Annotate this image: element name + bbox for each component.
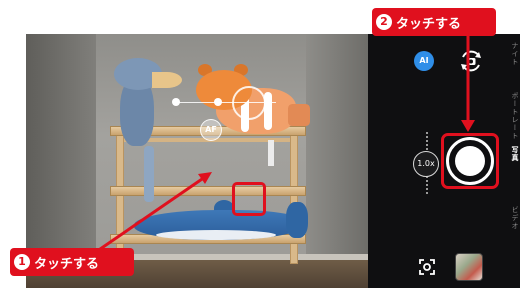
callout-step-1: 1 タッチする bbox=[10, 248, 134, 276]
shelf-board-middle bbox=[110, 186, 306, 196]
mode-night[interactable]: ナイト bbox=[503, 42, 520, 66]
mode-portrait[interactable]: ポートレート bbox=[503, 92, 520, 140]
tap-target-highlight bbox=[232, 182, 266, 216]
toy-shark-belly bbox=[156, 230, 276, 240]
focus-circle bbox=[232, 86, 266, 120]
shutter-highlight bbox=[441, 133, 499, 189]
callout-step-2: 2 タッチする bbox=[372, 8, 496, 36]
toy-bird-legs bbox=[144, 146, 154, 202]
mode-photo[interactable]: 写真 bbox=[503, 146, 520, 162]
ai-toggle-button[interactable]: AI bbox=[414, 51, 434, 71]
af-lock-badge[interactable]: AF bbox=[200, 119, 222, 141]
toy-bird-beak bbox=[152, 72, 182, 88]
callout-label: タッチする bbox=[34, 256, 100, 272]
shelf-post-left bbox=[116, 132, 124, 264]
switch-camera-icon[interactable] bbox=[458, 48, 484, 74]
gallery-thumbnail[interactable] bbox=[455, 253, 483, 281]
mode-selector[interactable]: ナイト ポートレート 写真 ビデオ bbox=[503, 34, 520, 288]
zoom-button[interactable]: 1.0x bbox=[413, 151, 439, 177]
google-lens-icon[interactable] bbox=[418, 258, 436, 276]
shelf-post-right bbox=[290, 132, 298, 264]
toy-fish-tail bbox=[288, 104, 310, 126]
focus-slider-handle[interactable] bbox=[214, 98, 222, 106]
callout-label: タッチする bbox=[396, 16, 462, 32]
mode-video[interactable]: ビデオ bbox=[503, 206, 520, 230]
toy-white-object bbox=[268, 140, 274, 166]
callout-number: 1 bbox=[14, 254, 30, 270]
viewfinder-wall-right bbox=[306, 34, 368, 288]
toy-shark-tail bbox=[286, 202, 308, 238]
callout-number: 2 bbox=[376, 14, 392, 30]
exposure-slider-handle[interactable] bbox=[172, 98, 180, 106]
